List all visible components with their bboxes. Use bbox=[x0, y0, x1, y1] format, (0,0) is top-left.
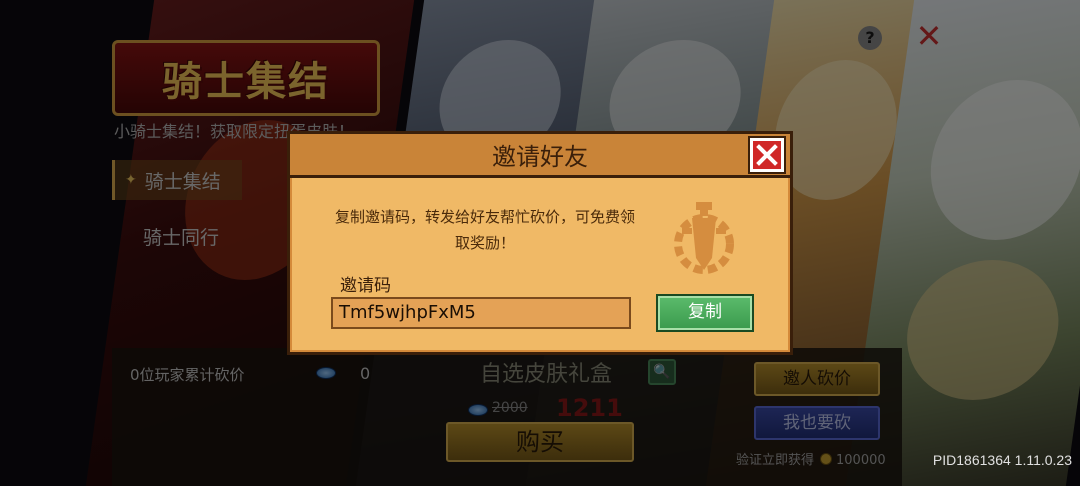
copy-button[interactable]: 复制 bbox=[656, 294, 754, 332]
dialog-description: 复制邀请码，转发给好友帮忙砍价，可免费领取奖励！ bbox=[334, 208, 635, 252]
build-info: PID1861364 1.11.0.23 bbox=[932, 452, 1072, 468]
dialog-header: 邀请好友 bbox=[290, 134, 790, 178]
dialog-close-button[interactable] bbox=[748, 136, 786, 174]
sword-gear-emblem-icon bbox=[674, 202, 734, 274]
dialog-title: 邀请好友 bbox=[492, 143, 588, 171]
invite-code-label: 邀请码 bbox=[340, 276, 391, 296]
invite-friend-dialog: 邀请好友 复制邀请码，转发给好友帮忙砍价，可免费领取奖励！ 邀请码 Tmf5wj… bbox=[287, 131, 793, 355]
invite-code-field[interactable]: Tmf5wjhpFxM5 bbox=[331, 297, 631, 329]
close-icon bbox=[756, 144, 778, 166]
